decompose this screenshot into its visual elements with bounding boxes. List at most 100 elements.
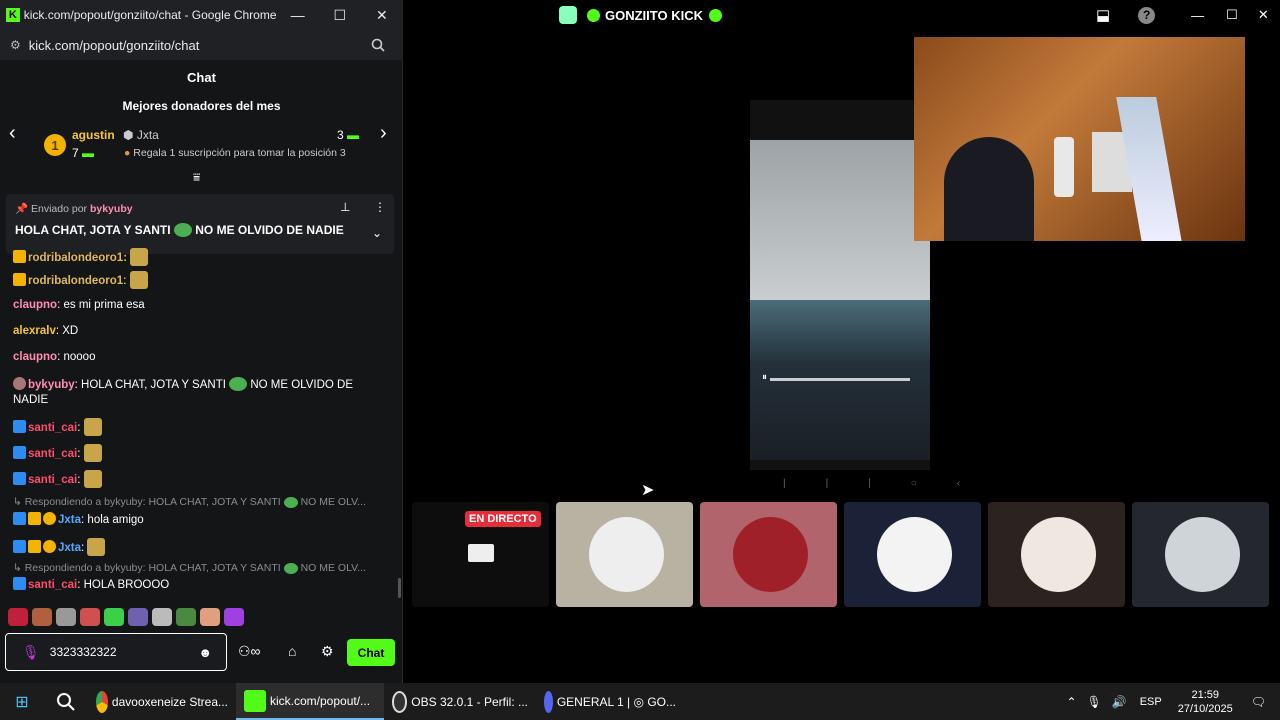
chat-messages: rodribalondeoro1: rodribalondeoro1: clau… — [0, 248, 400, 598]
emote-icon[interactable] — [32, 608, 52, 626]
taskbar-item-label: GENERAL 1 | ◎ GO... — [556, 694, 676, 709]
chat-scrollbar[interactable] — [398, 578, 401, 598]
pause-icon: ⏸ — [762, 372, 767, 383]
zoom-icon[interactable] — [371, 38, 385, 52]
taskbar-chrome-item[interactable]: davooxeneize Strea... — [88, 683, 236, 720]
prev-arrow-icon[interactable]: ‹ — [9, 122, 16, 145]
emote-icon — [87, 538, 106, 556]
collapse-icon[interactable]: ⩸ — [193, 170, 200, 185]
username[interactable]: bykyuby — [28, 379, 75, 391]
kick-icon — [244, 689, 266, 712]
emote-icon[interactable] — [56, 608, 76, 626]
emoji-icon[interactable]: ☻ — [198, 645, 212, 660]
emote-icon[interactable] — [8, 608, 28, 626]
microphone-tray-icon[interactable]: 🎙 — [1082, 683, 1107, 720]
emote-icon[interactable] — [104, 608, 124, 626]
close-button[interactable]: ✕ — [361, 0, 403, 30]
chat-message: santi_cai: — [13, 470, 102, 488]
username[interactable]: rodribalondeoro1: — [28, 252, 127, 264]
message-text: : noooo — [57, 351, 96, 363]
next-arrow-icon[interactable]: › — [380, 122, 387, 145]
help-icon[interactable]: ? — [1138, 6, 1156, 24]
sub-gift-icon: ▬ — [347, 128, 360, 142]
donor2-row[interactable]: ⬢ Jxta — [123, 128, 159, 142]
notifications-icon[interactable]: 🗨 — [1241, 683, 1280, 720]
minimize-button[interactable]: — — [1191, 8, 1204, 23]
scene-card[interactable] — [844, 502, 981, 607]
verified-badge-icon — [13, 420, 26, 433]
volume-icon[interactable]: 🔊 — [1107, 683, 1132, 720]
reply-text: ↳ Respondiendo a bykyuby: HOLA CHAT, JOT… — [13, 562, 281, 574]
reply-indicator[interactable]: ↳ Respondiendo a bykyuby: HOLA CHAT, JOT… — [13, 562, 366, 574]
store-icon[interactable]: ⌂ — [288, 643, 296, 659]
donor1-name[interactable]: agustin — [72, 128, 115, 142]
message-text: : es mi prima esa — [57, 299, 145, 311]
pinned-text-1: HOLA CHAT, JOTA Y SANTI — [15, 223, 171, 237]
more-options-icon[interactable]: ⋮ — [374, 200, 386, 214]
username[interactable]: santi_cai — [28, 422, 77, 434]
verified-badge-icon — [13, 540, 26, 553]
site-info-icon[interactable]: ⚙ — [10, 38, 21, 52]
expand-chevron-icon[interactable]: ⌄ — [372, 226, 382, 240]
username[interactable]: santi_cai — [28, 448, 77, 460]
microphone-icon[interactable]: 🎙 — [22, 644, 40, 661]
emote-icon[interactable] — [224, 608, 244, 626]
windows-start-icon[interactable]: ⊞ — [0, 683, 44, 720]
username[interactable]: claupno — [13, 351, 57, 363]
tray-overflow-icon[interactable]: ⌃ — [1061, 683, 1081, 720]
username[interactable]: claupno — [13, 299, 57, 311]
address-bar[interactable]: ⚙ kick.com/popout/gonziito/chat — [0, 30, 403, 60]
taskbar-obs-item[interactable]: OBS 32.0.1 - Perfil: ... — [384, 683, 536, 720]
url-text[interactable]: kick.com/popout/gonziito/chat — [29, 38, 371, 53]
username[interactable]: Jxta — [58, 542, 81, 554]
scene-card[interactable] — [988, 502, 1125, 607]
username[interactable]: alexralv — [13, 325, 56, 337]
send-chat-button[interactable]: Chat — [347, 639, 395, 666]
message-text: : hola amigo — [81, 514, 144, 526]
pin-toggle-icon[interactable]: ⊥ — [340, 200, 350, 214]
username[interactable]: santi_cai — [28, 579, 77, 591]
taskbar-item-label: OBS 32.0.1 - Perfil: ... — [411, 694, 528, 709]
chat-input[interactable]: 🎙 3323332322 ☻ — [5, 633, 227, 671]
inbox-icon[interactable]: ⬓ — [1096, 6, 1110, 24]
settings-gear-icon[interactable]: ⚙ — [321, 643, 334, 660]
emote-icon[interactable] — [200, 608, 220, 626]
close-button[interactable]: ✕ — [1258, 7, 1269, 23]
minimize-button[interactable]: — — [277, 0, 319, 30]
crown-badge-icon — [28, 540, 41, 553]
avatar — [877, 517, 952, 592]
taskbar-discord-item[interactable]: GENERAL 1 | ◎ GO... — [536, 683, 684, 720]
chat-message: claupno: es mi prima esa — [13, 299, 145, 311]
search-icon[interactable] — [44, 683, 88, 720]
emote-icon[interactable] — [176, 608, 196, 626]
emote-icon[interactable] — [128, 608, 148, 626]
emote-icon[interactable] — [80, 608, 100, 626]
pinned-sender[interactable]: bykyuby — [90, 203, 133, 215]
scene-card[interactable] — [1132, 502, 1269, 607]
donor2-avatar-icon: ⬢ — [123, 128, 134, 142]
bottle-shape — [1054, 137, 1074, 197]
window-title: kick.com/popout/gonziito/chat - Google C… — [23, 8, 277, 22]
scene-card-live[interactable]: EN DIRECTO — [412, 502, 549, 607]
scene-card[interactable] — [700, 502, 837, 607]
scene-card[interactable] — [556, 502, 693, 607]
reply-indicator[interactable]: ↳ Respondiendo a bykyuby: HOLA CHAT, JOT… — [13, 496, 366, 508]
donor-cta[interactable]: ● Regala 1 suscripción para tomar la pos… — [124, 147, 346, 159]
username[interactable]: santi_cai — [28, 474, 77, 486]
pinned-sender-row: 📌 Enviado por bykyuby — [15, 202, 133, 215]
points-icon[interactable]: ⚇∞ — [238, 643, 261, 660]
pepe-emote-icon — [229, 377, 248, 391]
maximize-button[interactable]: ☐ — [1226, 7, 1238, 23]
crown-badge-icon — [13, 273, 26, 286]
clock[interactable]: 21:59 27/10/2025 — [1170, 683, 1241, 720]
username[interactable]: rodribalondeoro1 — [28, 275, 123, 287]
verified-badge-icon — [13, 512, 26, 525]
language-indicator[interactable]: ESP — [1132, 683, 1170, 720]
donor1-count: 7 — [72, 146, 79, 160]
chat-window: K kick.com/popout/gonziito/chat - Google… — [0, 0, 403, 683]
emote-icon[interactable] — [152, 608, 172, 626]
maximize-button[interactable]: ☐ — [319, 0, 361, 30]
username[interactable]: Jxta — [58, 514, 81, 526]
taskbar-kick-item[interactable]: kick.com/popout/... — [236, 683, 384, 720]
chat-input-value[interactable]: 3323332322 — [50, 645, 199, 659]
